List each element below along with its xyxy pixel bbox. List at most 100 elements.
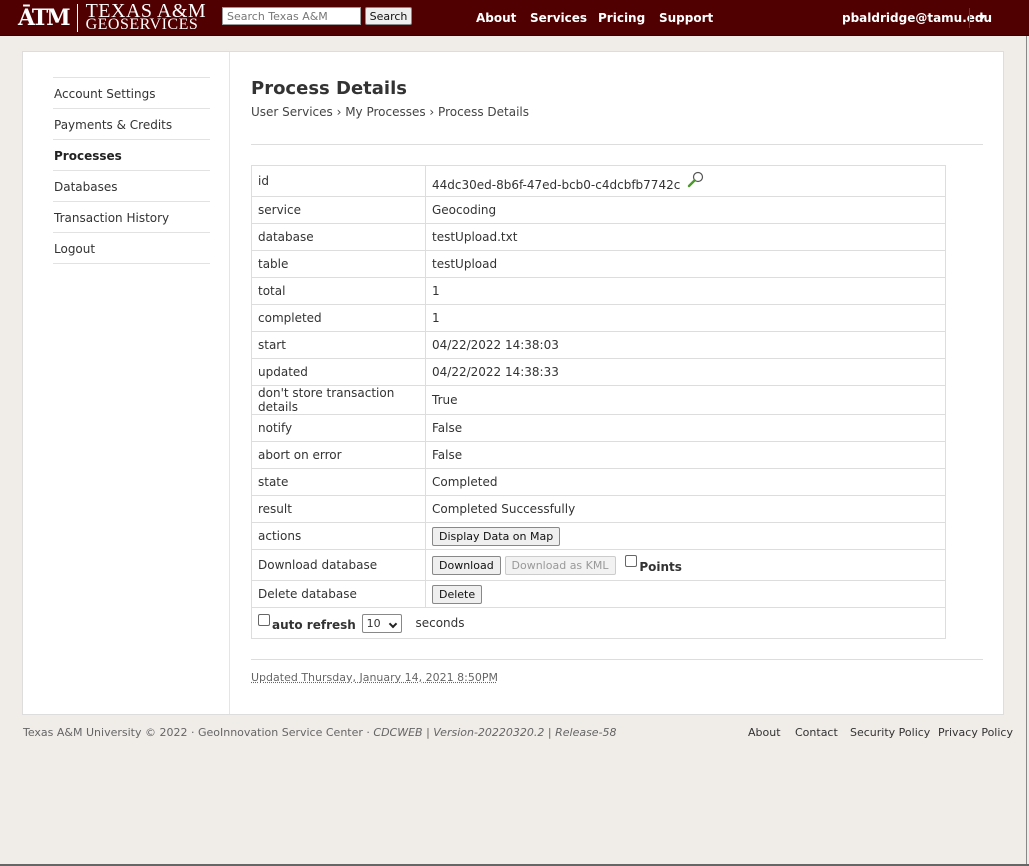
top-bar: ĀTM TEXAS A&M GEOSERVICES Search About S… <box>0 0 1029 36</box>
breadcrumb[interactable]: User Services › My Processes › Process D… <box>251 105 529 119</box>
table-row: abort on error False <box>251 441 946 469</box>
row-value: 1 <box>425 277 946 305</box>
sidebar-item-account-settings[interactable]: Account Settings <box>53 78 210 109</box>
row-value: 1 <box>425 304 946 332</box>
search-button[interactable]: Search <box>365 7 412 25</box>
search-input[interactable] <box>222 7 361 25</box>
table-row: don't store transaction details True <box>251 385 946 415</box>
row-value: True <box>425 385 946 415</box>
table-row: updated 04/22/2022 14:38:33 <box>251 358 946 386</box>
row-value: 04/22/2022 14:38:33 <box>425 358 946 386</box>
row-value-cell: Delete <box>425 580 946 608</box>
row-key: notify <box>251 414 426 442</box>
nav-support[interactable]: Support <box>659 11 713 25</box>
row-value: Completed Successfully <box>425 495 946 523</box>
row-key: updated <box>251 358 426 386</box>
display-data-on-map-button[interactable]: Display Data on Map <box>432 526 561 546</box>
nav-services[interactable]: Services <box>530 11 587 25</box>
row-value: False <box>425 414 946 442</box>
row-value-cell: 44dc30ed-8b6f-47ed-bcb0-c4dcbfb7742c <box>425 165 946 197</box>
row-value: Completed <box>425 468 946 496</box>
points-label: Points <box>639 560 682 574</box>
main-panel: Account Settings Payments & Credits Proc… <box>22 51 1004 715</box>
page-title: Process Details <box>251 78 407 99</box>
row-key: id <box>251 165 426 197</box>
auto-refresh-label: auto refresh <box>272 618 356 632</box>
row-value-cell: Display Data on Map <box>425 522 946 550</box>
points-checkbox[interactable] <box>625 555 638 567</box>
table-row: service Geocoding <box>251 196 946 224</box>
table-row: state Completed <box>251 468 946 496</box>
nav-about[interactable]: About <box>476 11 516 25</box>
row-value: False <box>425 441 946 469</box>
table-row: Delete database Delete <box>251 580 946 608</box>
refresh-interval-select[interactable]: 10 <box>361 613 402 633</box>
download-button[interactable]: Download <box>432 555 501 575</box>
table-row: Download database Download Download as K… <box>251 549 946 581</box>
table-row: id 44dc30ed-8b6f-47ed-bcb0-c4dcbfb7742c <box>251 165 946 197</box>
row-key: start <box>251 331 426 359</box>
sidebar-item-logout[interactable]: Logout <box>53 233 210 264</box>
table-row: notify False <box>251 414 946 442</box>
auto-refresh-checkbox[interactable] <box>258 614 270 626</box>
updated-note: Updated Thursday, January 14, 2021 8:50P… <box>251 671 498 684</box>
row-key: result <box>251 495 426 523</box>
row-key: state <box>251 468 426 496</box>
table-row: actions Display Data on Map <box>251 522 946 550</box>
footer-link-contact[interactable]: Contact <box>795 726 838 739</box>
sidebar-item-processes[interactable]: Processes <box>53 140 210 171</box>
row-value: testUpload <box>425 250 946 278</box>
footer-link-security-policy[interactable]: Security Policy <box>850 726 930 739</box>
footer-link-privacy-policy[interactable]: Privacy Policy <box>938 726 1013 739</box>
table-row: start 04/22/2022 14:38:03 <box>251 331 946 359</box>
row-key: Delete database <box>251 580 426 608</box>
footer-link-about[interactable]: About <box>748 726 781 739</box>
download-kml-button[interactable]: Download as KML <box>504 555 616 575</box>
row-key: completed <box>251 304 426 332</box>
chevron-down-icon[interactable] <box>978 15 986 20</box>
window-edge <box>1026 36 1027 866</box>
chevron-down-icon <box>388 619 397 628</box>
sidebar: Account Settings Payments & Credits Proc… <box>23 52 230 714</box>
footer-info: Texas A&M University © 2022 · GeoInnovat… <box>23 726 617 739</box>
table-row: completed 1 <box>251 304 946 332</box>
nav-pricing[interactable]: Pricing <box>598 11 645 25</box>
tamu-logo[interactable]: ĀTM TEXAS A&M GEOSERVICES <box>18 1 207 33</box>
seconds-label: seconds <box>415 615 465 630</box>
table-row: total 1 <box>251 277 946 305</box>
row-key: table <box>251 250 426 278</box>
sidebar-item-payments[interactable]: Payments & Credits <box>53 109 210 140</box>
table-row: table testUpload <box>251 250 946 278</box>
divider <box>251 144 983 145</box>
refresh-interval-value: 10 <box>366 616 381 630</box>
row-key: don't store transaction details <box>251 385 426 415</box>
row-key: Download database <box>251 549 426 581</box>
row-value-cell: Download Download as KML Points <box>425 549 946 581</box>
user-divider <box>969 8 970 28</box>
process-id: 44dc30ed-8b6f-47ed-bcb0-c4dcbfb7742c <box>432 177 681 192</box>
row-key: actions <box>251 522 426 550</box>
magnifier-icon[interactable] <box>687 171 705 192</box>
row-value: testUpload.txt <box>425 223 946 251</box>
divider <box>251 659 983 660</box>
logo-mark: ĀTM <box>18 4 78 32</box>
row-value: 04/22/2022 14:38:03 <box>425 331 946 359</box>
delete-button[interactable]: Delete <box>432 584 483 604</box>
sidebar-item-transaction-history[interactable]: Transaction History <box>53 202 210 233</box>
logo-text: TEXAS A&M GEOSERVICES <box>85 1 207 33</box>
row-key: abort on error <box>251 441 426 469</box>
row-key: service <box>251 196 426 224</box>
logo-line2: GEOSERVICES <box>85 16 199 33</box>
footer-version: CDCWEB | Version-20220320.2 | Release-58 <box>373 726 617 739</box>
row-key: database <box>251 223 426 251</box>
sidebar-menu: Account Settings Payments & Credits Proc… <box>53 77 210 264</box>
table-row: result Completed Successfully <box>251 495 946 523</box>
table-row: auto refresh 10 seconds <box>251 607 946 639</box>
refresh-cell: auto refresh 10 seconds <box>251 607 946 639</box>
sidebar-item-databases[interactable]: Databases <box>53 171 210 202</box>
row-key: total <box>251 277 426 305</box>
footer-copyright: Texas A&M University © 2022 · GeoInnovat… <box>23 726 370 739</box>
process-details-table: id 44dc30ed-8b6f-47ed-bcb0-c4dcbfb7742c … <box>251 165 946 639</box>
row-value: Geocoding <box>425 196 946 224</box>
table-row: database testUpload.txt <box>251 223 946 251</box>
